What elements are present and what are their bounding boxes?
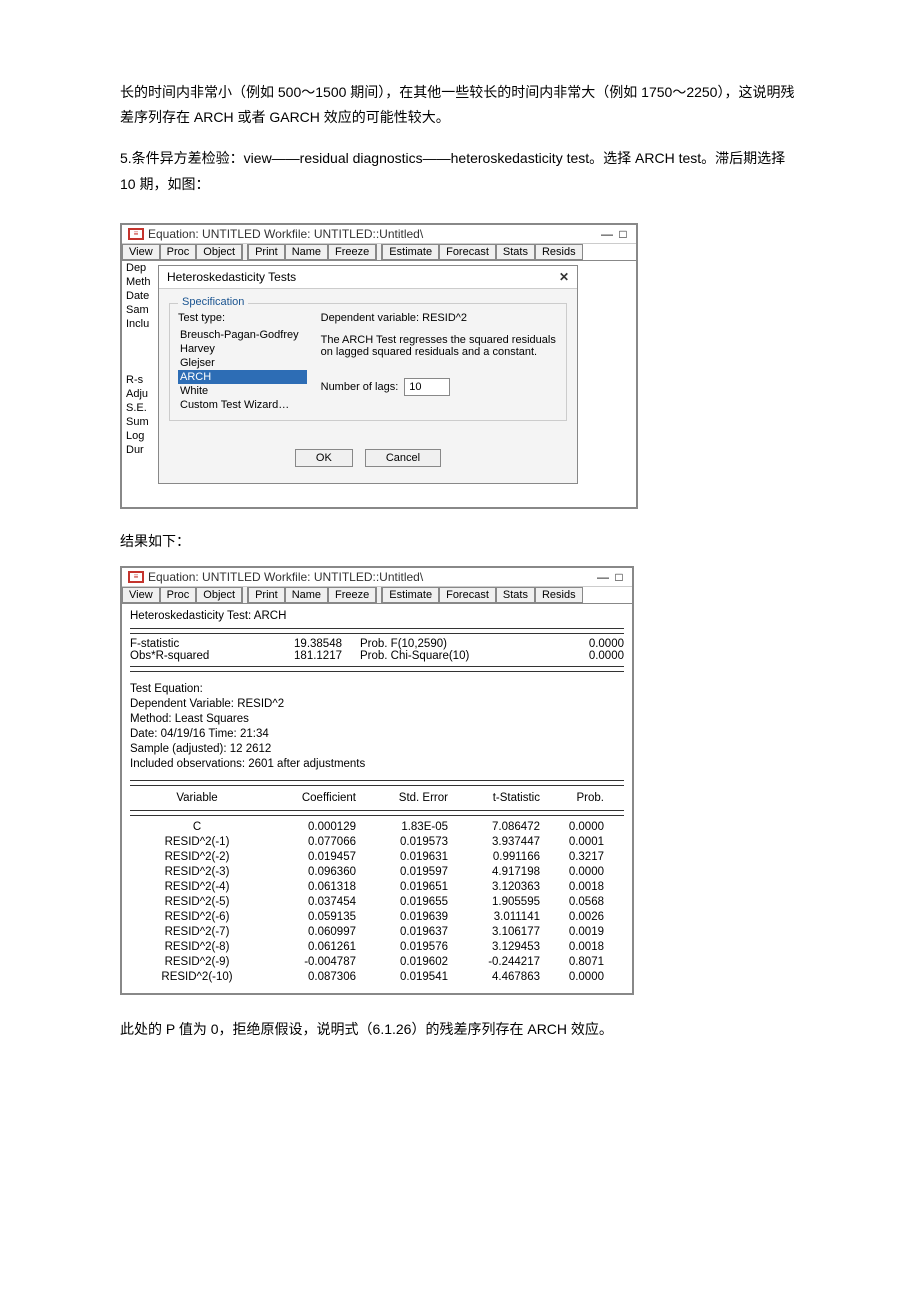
table-row: RESID^2(-6)0.0591350.0196393.0111410.002… [130,910,624,925]
table-row: RESID^2(-2)0.0194570.0196310.9911660.321… [130,850,624,865]
table-body: C0.0001291.83E-057.0864720.0000RESID^2(-… [130,820,624,985]
print-button[interactable]: Print [248,587,285,603]
table-row: C0.0001291.83E-057.0864720.0000 [130,820,624,835]
lags-label: Number of lags: [321,381,399,393]
table-row: RESID^2(-3)0.0963600.0195974.9171980.000… [130,865,624,880]
table-row: RESID^2(-5)0.0374540.0196551.9055950.056… [130,895,624,910]
meta-line: Sample (adjusted): 12 2612 [130,742,624,757]
toolbar-2: View Proc Object Print Name Freeze Estim… [122,587,632,604]
test-name-heading: Heteroskedasticity Test: ARCH [130,610,624,622]
table-row: RESID^2(-8)0.0612610.0195763.1294530.001… [130,940,624,955]
mid-text: 结果如下： [120,529,800,554]
heteroskedasticity-dialog: Heteroskedasticity Tests ✕ Specification… [158,265,578,484]
table-row: RESID^2(-1)0.0770660.0195733.9374470.000… [130,835,624,850]
table-row: RESID^2(-9)-0.0047870.019602-0.2442170.8… [130,955,624,970]
final-paragraph: 此处的 P 值为 0，拒绝原假设，说明式（6.1.26）的残差序列存在 ARCH… [120,1017,800,1042]
freeze-button[interactable]: Freeze [328,587,376,603]
test-type-list[interactable]: Test type: Breusch-Pagan-Godfrey Harvey … [178,312,307,412]
arch-description: The ARCH Test regresses the squared resi… [321,334,558,358]
view-button[interactable]: View [122,587,160,603]
test-harvey[interactable]: Harvey [178,342,307,356]
meta-line: Date: 04/19/16 Time: 21:34 [130,727,624,742]
proc-button[interactable]: Proc [160,244,197,260]
close-icon[interactable]: ✕ [559,270,569,284]
proc-button[interactable]: Proc [160,587,197,603]
forecast-button[interactable]: Forecast [439,587,496,603]
meta-line: Dependent Variable: RESID^2 [130,697,624,712]
equation-window-1: ≡ Equation: UNTITLED Workfile: UNTITLED:… [120,223,638,509]
intro-paragraph-2: 5.条件异方差检验：view——residual diagnostics——he… [120,146,800,196]
equation-window-2: ≡ Equation: UNTITLED Workfile: UNTITLED:… [120,566,634,995]
resids-button[interactable]: Resids [535,587,583,603]
dialog-title-text: Heteroskedasticity Tests [167,270,296,284]
table-row: RESID^2(-4)0.0613180.0196513.1203630.001… [130,880,624,895]
resids-button[interactable]: Resids [535,244,583,260]
minimize-icon[interactable]: — [600,228,614,240]
intro-paragraph-1: 长的时间内非常小（例如 500～1500 期间），在其他一些较长的时间内非常大（… [120,80,800,130]
meta-line: Method: Least Squares [130,712,624,727]
estimate-button[interactable]: Estimate [382,244,439,260]
equation-icon: ≡ [128,571,144,583]
test-white[interactable]: White [178,384,307,398]
test-arch[interactable]: ARCH [178,370,307,384]
table-row: RESID^2(-7)0.0609970.0196373.1061770.001… [130,925,624,940]
estimate-button[interactable]: Estimate [382,587,439,603]
forecast-button[interactable]: Forecast [439,244,496,260]
name-button[interactable]: Name [285,587,328,603]
meta-line: Included observations: 2601 after adjust… [130,757,624,772]
specification-legend: Specification [178,296,248,308]
meta-block: Test Equation:Dependent Variable: RESID^… [130,682,624,772]
minimize-icon[interactable]: — [596,571,610,583]
cancel-button[interactable]: Cancel [365,449,441,467]
test-type-label: Test type: [178,312,307,324]
stats-button[interactable]: Stats [496,244,535,260]
view-button[interactable]: View [122,244,160,260]
stats-button[interactable]: Stats [496,587,535,603]
table-row: RESID^2(-10)0.0873060.0195414.4678630.00… [130,970,624,985]
stat-line: Obs*R-squared181.1217Prob. Chi-Square(10… [130,650,624,662]
meta-line: Test Equation: [130,682,624,697]
object-button[interactable]: Object [196,587,242,603]
maximize-icon[interactable]: □ [612,571,626,583]
stat-line: F-statistic19.38548Prob. F(10,2590)0.000… [130,638,624,650]
titlebar-1: ≡ Equation: UNTITLED Workfile: UNTITLED:… [122,225,636,244]
results-content: Heteroskedasticity Test: ARCH F-statisti… [122,604,632,993]
test-bpg[interactable]: Breusch-Pagan-Godfrey [178,328,307,342]
object-button[interactable]: Object [196,244,242,260]
equation-icon: ≡ [128,228,144,240]
dependent-variable-line: Dependent variable: RESID^2 [321,312,558,324]
toolbar-1: View Proc Object Print Name Freeze Estim… [122,244,636,261]
lags-input[interactable] [404,378,450,396]
print-button[interactable]: Print [248,244,285,260]
stats-block: F-statistic19.38548Prob. F(10,2590)0.000… [130,638,624,662]
table-header: Variable Coefficient Std. Error t-Statis… [130,790,624,806]
ok-button[interactable]: OK [295,449,353,467]
truncated-labels: Dep Meth Date Sam Inclu R-s Adju S.E. Su… [126,261,150,457]
titlebar-2: ≡ Equation: UNTITLED Workfile: UNTITLED:… [122,568,632,587]
name-button[interactable]: Name [285,244,328,260]
maximize-icon[interactable]: □ [616,228,630,240]
test-description: Dependent variable: RESID^2 The ARCH Tes… [321,312,558,412]
window-title-2: Equation: UNTITLED Workfile: UNTITLED::U… [148,570,423,584]
window-title-1: Equation: UNTITLED Workfile: UNTITLED::U… [148,227,423,241]
freeze-button[interactable]: Freeze [328,244,376,260]
test-custom[interactable]: Custom Test Wizard… [178,398,307,412]
test-glejser[interactable]: Glejser [178,356,307,370]
